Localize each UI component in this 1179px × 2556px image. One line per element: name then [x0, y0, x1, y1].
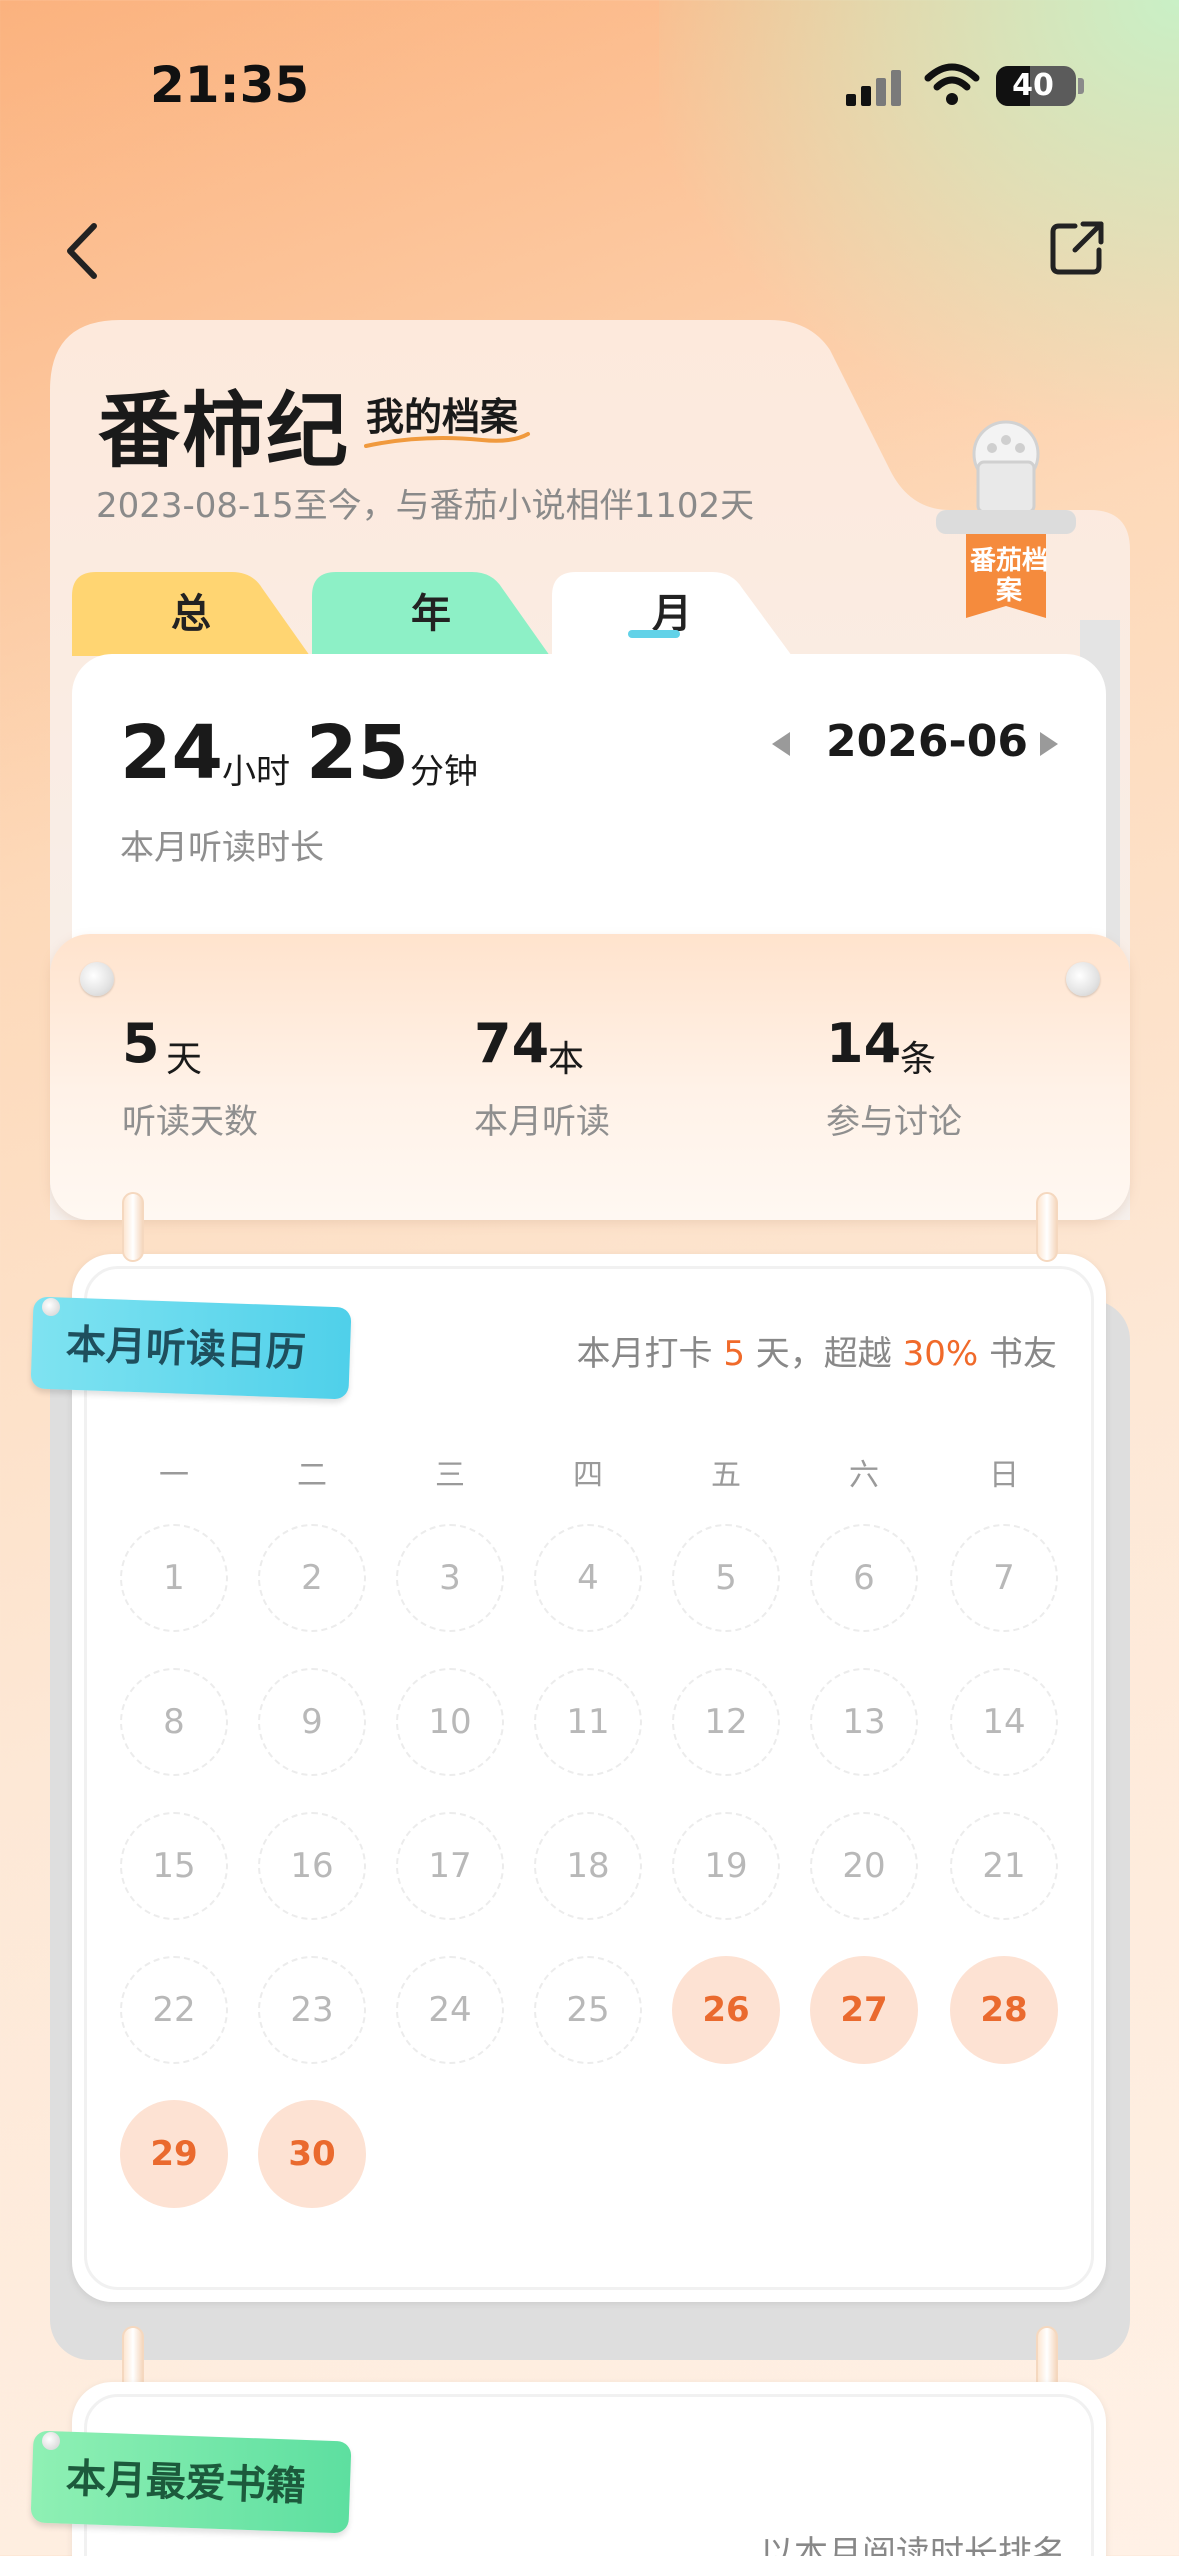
- next-month-icon[interactable]: [1038, 730, 1060, 758]
- checkin-days: 5: [723, 1334, 745, 1374]
- status-time: 21:35: [150, 56, 310, 114]
- calendar-day[interactable]: 3: [396, 1524, 504, 1632]
- tab-total[interactable]: 总: [72, 572, 310, 656]
- calendar-day-active[interactable]: 27: [810, 1956, 918, 2064]
- tab-month[interactable]: 月: [552, 572, 792, 656]
- weekday-label: 一: [159, 1458, 189, 1493]
- stat-days-label: 听读天数: [122, 1102, 258, 1142]
- calendar-title: 本月听读日历: [65, 1321, 307, 1377]
- weekday-label: 二: [297, 1458, 327, 1493]
- duration-card: [72, 654, 1106, 954]
- checkin-suffix: 书友: [989, 1334, 1057, 1374]
- weekday-label: 日: [989, 1458, 1019, 1493]
- archive-tag-label: 番茄档案: [969, 546, 1048, 606]
- calendar-day[interactable]: 18: [534, 1812, 642, 1920]
- calendar-day[interactable]: 5: [672, 1524, 780, 1632]
- calendar-day[interactable]: 19: [672, 1812, 780, 1920]
- stat-comments-label: 参与讨论: [826, 1102, 962, 1142]
- calendar-day[interactable]: 15: [120, 1812, 228, 1920]
- stats-panel: [50, 934, 1130, 1220]
- card-ring: [1036, 1192, 1058, 1262]
- hours-value: 24: [120, 710, 223, 796]
- calendar-day-active[interactable]: 29: [120, 2100, 228, 2208]
- calendar-day[interactable]: 2: [258, 1524, 366, 1632]
- minutes-value: 25: [306, 710, 409, 796]
- stat-books-label: 本月听读: [474, 1102, 610, 1142]
- pin-icon: [42, 2432, 60, 2450]
- battery-level: 40: [1012, 68, 1054, 103]
- calendar-day[interactable]: 7: [950, 1524, 1058, 1632]
- weekday-label: 六: [849, 1458, 879, 1493]
- screw-icon: [80, 962, 114, 996]
- companion-since-text: 2023-08-15至今，与番茄小说相伴1102天: [96, 486, 755, 526]
- calendar-day[interactable]: 10: [396, 1668, 504, 1776]
- calendar-card-border: [84, 1266, 1094, 2290]
- hours-unit: 小时: [222, 752, 290, 792]
- stat-comments-value: 14: [826, 1012, 902, 1075]
- share-icon[interactable]: [1045, 216, 1109, 280]
- tab-year-label: 年: [411, 591, 451, 637]
- month-selector[interactable]: 2026-06: [826, 716, 1028, 767]
- underline-decoration: [364, 432, 530, 448]
- minutes-unit: 分钟: [410, 752, 478, 792]
- screw-icon: [1066, 962, 1100, 996]
- active-tab-indicator: [628, 630, 680, 638]
- calendar-day[interactable]: 24: [396, 1956, 504, 2064]
- calendar-day[interactable]: 6: [810, 1524, 918, 1632]
- calendar-day[interactable]: 21: [950, 1812, 1058, 1920]
- stat-books-unit: 本: [548, 1039, 585, 1080]
- card-ring: [122, 1192, 144, 1262]
- battery-tip: [1078, 78, 1084, 94]
- calendar-day[interactable]: 20: [810, 1812, 918, 1920]
- calendar-day-active[interactable]: 30: [258, 2100, 366, 2208]
- checkin-summary: 本月打卡 5 天，超越 30% 书友: [577, 1326, 1057, 1375]
- battery-icon: 40: [996, 66, 1076, 106]
- favorites-subtitle: 以本月阅读时长排名: [760, 2534, 1066, 2556]
- prev-month-icon[interactable]: [770, 730, 792, 758]
- stat-days-value: 5: [122, 1012, 160, 1075]
- calendar-day[interactable]: 8: [120, 1668, 228, 1776]
- stat-books-value: 74: [474, 1012, 550, 1075]
- calendar-day[interactable]: 11: [534, 1668, 642, 1776]
- weekday-label: 四: [573, 1458, 603, 1493]
- calendar-day[interactable]: 4: [534, 1524, 642, 1632]
- checkin-percent: 30%: [902, 1334, 979, 1374]
- calendar-day[interactable]: 1: [120, 1524, 228, 1632]
- weekday-label: 五: [711, 1458, 741, 1493]
- tab-total-label: 总: [171, 591, 211, 637]
- calendar-day-active[interactable]: 26: [672, 1956, 780, 2064]
- weekday-label: 三: [435, 1458, 465, 1493]
- calendar-day[interactable]: 23: [258, 1956, 366, 2064]
- wifi-icon: [924, 63, 980, 105]
- checkin-prefix: 本月打卡: [576, 1334, 713, 1374]
- page-title: 番柿纪: [98, 384, 351, 479]
- checkin-mid: 天，超越: [755, 1334, 892, 1374]
- stat-days-unit: 天: [166, 1039, 203, 1080]
- status-bar: 21:35 40: [0, 0, 1179, 170]
- calendar-day[interactable]: 14: [950, 1668, 1058, 1776]
- calendar-day[interactable]: 25: [534, 1956, 642, 2064]
- favorites-title: 本月最爱书籍: [65, 2455, 307, 2511]
- tab-year[interactable]: 年: [312, 572, 550, 656]
- duration-label: 本月听读时长: [120, 828, 324, 868]
- calendar-day[interactable]: 22: [120, 1956, 228, 2064]
- back-icon[interactable]: [56, 216, 116, 286]
- calendar-day[interactable]: 16: [258, 1812, 366, 1920]
- calendar-day[interactable]: 17: [396, 1812, 504, 1920]
- pin-icon: [42, 1298, 60, 1316]
- stat-comments-unit: 条: [900, 1039, 937, 1080]
- calendar-day-active[interactable]: 28: [950, 1956, 1058, 2064]
- calendar-day[interactable]: 9: [258, 1668, 366, 1776]
- cellular-signal-icon: [846, 70, 904, 106]
- calendar-day[interactable]: 13: [810, 1668, 918, 1776]
- calendar-day[interactable]: 12: [672, 1668, 780, 1776]
